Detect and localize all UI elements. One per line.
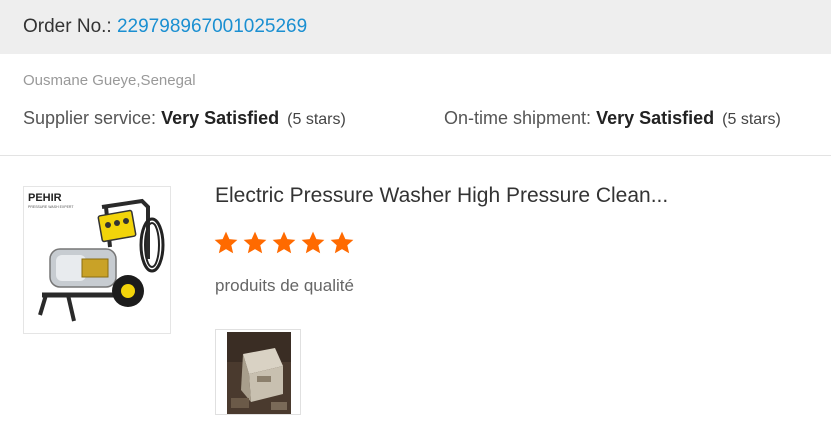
supplier-service-value: Very Satisfied [161, 108, 280, 128]
photo-icon [227, 332, 291, 414]
on-time-shipment-label: On-time shipment: [444, 108, 597, 128]
product-rating [213, 230, 358, 256]
supplier-service-label: Supplier service: [23, 108, 162, 128]
on-time-shipment-stars: (5 stars) [722, 111, 781, 128]
on-time-shipment-rating: On-time shipment: Very Satisfied (5 stars… [444, 108, 781, 129]
pressure-washer-icon: PEHIR PRESSURE WASH EXPERT [28, 192, 165, 322]
order-header: Order No.: 229798967001025269 [0, 0, 831, 54]
review-photo[interactable] [215, 329, 301, 415]
customer-photo-image [227, 332, 291, 414]
star-icon [243, 231, 267, 254]
star-icon [301, 231, 325, 254]
order-number-link[interactable]: 229798967001025269 [117, 16, 307, 38]
star-icon [272, 231, 296, 254]
product-title[interactable]: Electric Pressure Washer High Pressure C… [215, 184, 668, 208]
divider [0, 155, 831, 156]
order-label: Order No.: [23, 16, 117, 37]
review-meta: Ousmane Gueye,Senegal Supplier service: … [0, 54, 831, 156]
product-thumbnail[interactable]: PEHIR PRESSURE WASH EXPERT [23, 186, 171, 334]
on-time-shipment-value: Very Satisfied [596, 108, 715, 128]
supplier-service-stars: (5 stars) [287, 111, 346, 128]
star-icon [330, 231, 354, 254]
thumbnail-logo: PEHIR [28, 192, 62, 204]
thumbnail-logo-sub: PRESSURE WASH EXPERT [28, 205, 74, 209]
supplier-service-rating: Supplier service: Very Satisfied (5 stars… [23, 108, 346, 129]
star-icon [214, 231, 238, 254]
buyer-name: Ousmane Gueye,Senegal [23, 72, 196, 89]
review-comment: produits de qualité [215, 276, 354, 295]
